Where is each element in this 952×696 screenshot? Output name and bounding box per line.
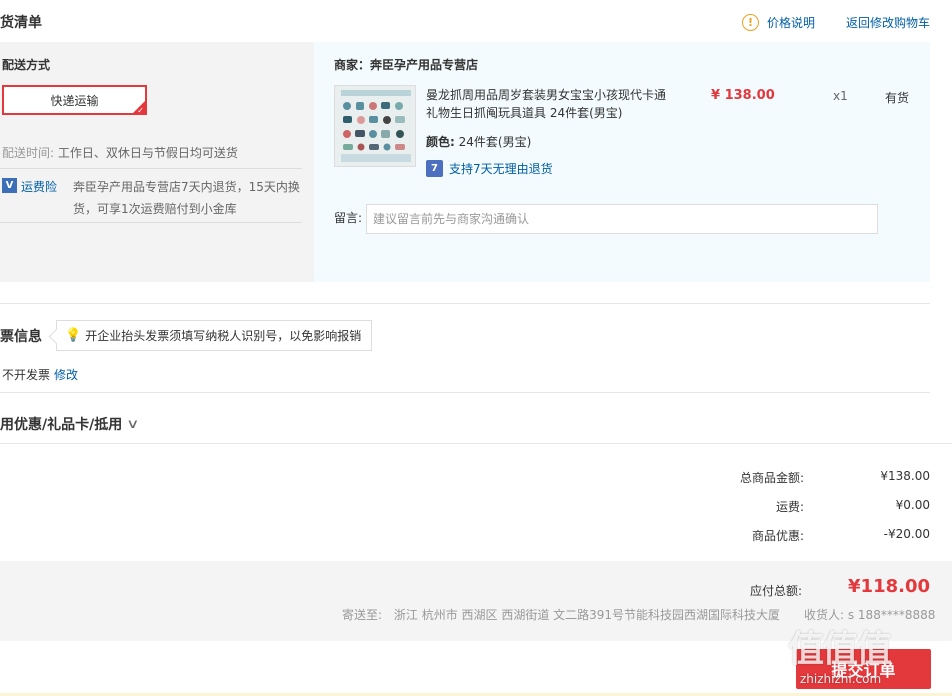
invoice-tip-text: 开企业抬头发票须填写纳税人识别号，以免影响报销 bbox=[85, 329, 362, 343]
message-input[interactable] bbox=[366, 204, 878, 234]
check-icon: ✓ bbox=[137, 106, 144, 115]
shipping-method-label: 快递运输 bbox=[50, 93, 99, 108]
delivery-time-label: 配送时间: bbox=[2, 146, 55, 160]
divider bbox=[0, 222, 302, 223]
warning-icon: ! bbox=[742, 14, 759, 31]
shield-icon: V bbox=[2, 178, 17, 193]
lightbulb-icon: 💡 bbox=[65, 328, 82, 343]
price-note-link[interactable]: ! 价格说明 bbox=[742, 14, 815, 31]
product-thumbnail[interactable] bbox=[334, 85, 416, 167]
invoice-value: 不开发票 bbox=[2, 368, 51, 382]
section-divider bbox=[0, 392, 930, 393]
page-section-title: 货清单 bbox=[0, 15, 42, 31]
discount-label: 商品优惠: bbox=[751, 529, 804, 543]
discount-value: -¥20.00 bbox=[883, 527, 930, 541]
coupon-title-label: 用优惠/礼品卡/抵用 bbox=[0, 417, 123, 433]
invoice-edit-link[interactable]: 修改 bbox=[54, 366, 78, 383]
price-note-label: 价格说明 bbox=[767, 16, 816, 30]
watermark-url: zhizhizhi.com bbox=[800, 672, 882, 686]
subtotal-value: ¥138.00 bbox=[880, 469, 930, 483]
delivery-time-value: 工作日、双休日与节假日均可送货 bbox=[57, 146, 238, 160]
address-label: 寄送至: bbox=[342, 608, 383, 622]
invoice-tip: 💡 开企业抬头发票须填写纳税人识别号，以免影响报销 bbox=[56, 320, 373, 351]
shop-name: 商家：奔臣孕产用品专营店 bbox=[334, 58, 479, 72]
section-divider bbox=[0, 303, 930, 304]
stock-status: 有货 bbox=[885, 91, 910, 105]
delivery-time: 配送时间: 工作日、双休日与节假日均可送货 bbox=[2, 144, 238, 161]
section-divider bbox=[0, 443, 952, 444]
shipping-fee-value: ¥0.00 bbox=[895, 498, 930, 512]
payable-label: 应付总额: bbox=[749, 584, 802, 598]
invoice-title: 票信息 bbox=[0, 329, 42, 345]
product-color-label: 颜色: bbox=[426, 135, 455, 149]
shipping-title: 配送方式 bbox=[2, 58, 51, 72]
message-label: 留言: bbox=[334, 211, 363, 225]
product-price: ¥ 138.00 bbox=[711, 88, 775, 103]
shipping-fee-label: 运费: bbox=[775, 500, 804, 514]
back-to-cart-link[interactable]: 返回修改购物车 bbox=[846, 14, 930, 31]
seven-day-return-link[interactable]: 支持7天无理由退货 bbox=[449, 160, 553, 177]
shipping-address: 寄送至: 浙江 杭州市 西湖区 西湖街道 文二路391号节能科技园西湖国际科技大… bbox=[342, 606, 780, 623]
shipping-method-button[interactable]: 快递运输 ✓ bbox=[2, 85, 147, 115]
freight-insurance-text: 奔臣孕产用品专营店7天内退货，15天内换货，可享1次运费赔付到小金库 bbox=[73, 180, 300, 216]
coupon-toggle[interactable]: 用优惠/礼品卡/抵用 ∨ bbox=[0, 414, 140, 434]
product-image bbox=[335, 86, 415, 166]
payable-amount: ¥118.00 bbox=[848, 576, 930, 597]
shipping-panel bbox=[0, 42, 314, 282]
product-color: 颜色: 24件套(男宝) bbox=[426, 133, 531, 150]
subtotal-label: 总商品金额: bbox=[739, 471, 804, 485]
product-name-link[interactable]: 曼龙抓周用品周岁套装男女宝宝小孩现代卡通礼物生日抓阄玩具道具 24件套(男宝) bbox=[426, 86, 674, 122]
chevron-down-icon: ∨ bbox=[126, 416, 140, 432]
freight-insurance-link[interactable]: 运费险 bbox=[21, 178, 57, 195]
seven-day-return-icon: 7 bbox=[426, 160, 443, 177]
product-color-value: 24件套(男宝) bbox=[458, 135, 532, 149]
address-value: 浙江 杭州市 西湖区 西湖街道 文二路391号节能科技园西湖国际科技大厦 bbox=[393, 608, 781, 622]
watermark-logo: 值值值 bbox=[788, 629, 892, 670]
divider bbox=[0, 168, 302, 169]
product-quantity: x1 bbox=[833, 89, 848, 103]
